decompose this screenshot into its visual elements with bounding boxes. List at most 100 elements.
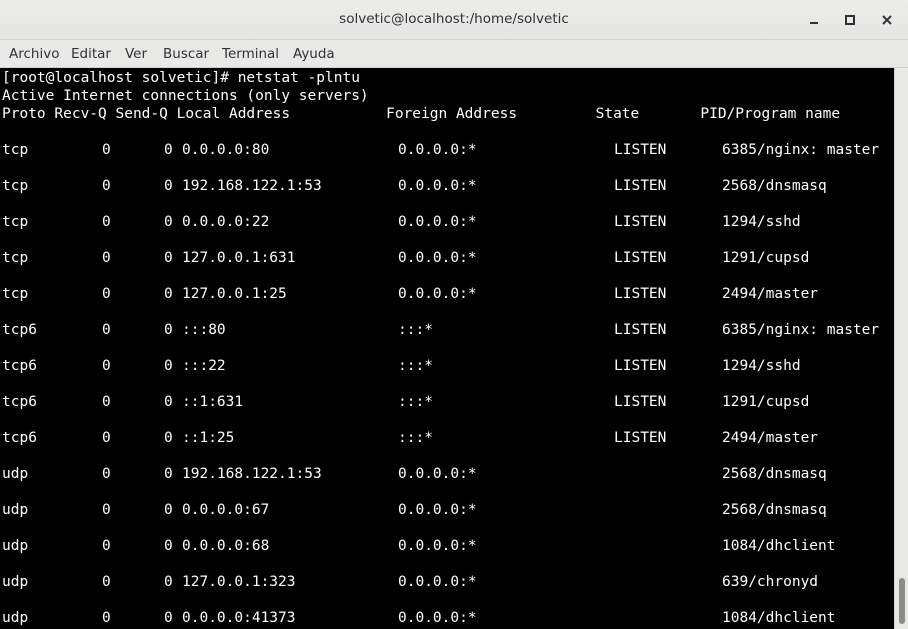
foreign-address-cell: 0.0.0.0:*: [398, 250, 477, 266]
recv-q-cell: 0: [102, 142, 111, 158]
pid-program-cell: 2568/dnsmasq: [722, 466, 827, 482]
maximize-button[interactable]: [839, 9, 861, 31]
foreign-address-cell: 0.0.0.0:*: [398, 502, 477, 518]
state-cell: LISTEN: [614, 250, 667, 266]
menu-archivo[interactable]: Archivo: [9, 46, 59, 62]
recv-q-cell: 0: [102, 466, 111, 482]
table-row: tcp 0 0 127.0.0.1:25 0.0.0.0:* LISTEN 2494/mas…: [0, 285, 894, 303]
table-row: tcp6 0 0::1:25:::* LISTEN 2494/master: [0, 429, 894, 447]
menu-terminal[interactable]: Terminal: [222, 46, 279, 62]
command-line: [root@localhost solvetic]# netstat -plnt…: [2, 70, 360, 86]
table-row: tcp 0 0 127.0.0.1:631 0.0.0.0:* LISTEN 1291/cu…: [0, 249, 894, 267]
pid-program-cell: 6385/nginx: master: [722, 142, 880, 158]
local-address-cell: 127.0.0.1:631: [182, 250, 296, 266]
window-titlebar[interactable]: solvetic@localhost:/home/solvetic: [0, 0, 908, 40]
foreign-address-cell: 0.0.0.0:*: [398, 466, 477, 482]
recv-q-cell: 0: [102, 250, 111, 266]
foreign-address-cell: 0.0.0.0:*: [398, 574, 477, 590]
send-q-cell: 0: [164, 466, 173, 482]
proto-cell: tcp6: [2, 394, 37, 410]
local-address-cell: 0.0.0.0:22: [182, 214, 270, 230]
state-cell: LISTEN: [614, 430, 667, 446]
scrollbar-thumb[interactable]: [899, 578, 905, 624]
output-heading: Active Internet connections (only server…: [2, 88, 369, 104]
table-row: udp 0 0 0.0.0.0:41373 0.0.0.0:* 1084/dhclient: [0, 609, 894, 627]
proto-cell: tcp: [2, 142, 29, 158]
menu-ver[interactable]: Ver: [125, 46, 147, 62]
pid-program-cell: 2494/master: [722, 430, 819, 446]
foreign-address-cell: 0.0.0.0:*: [398, 286, 477, 302]
minimize-button[interactable]: [803, 9, 825, 31]
local-address-cell: 127.0.0.1:25: [182, 286, 287, 302]
table-row: tcp6 0 0:::22:::* LISTEN 1294/sshd: [0, 357, 894, 375]
terminal-area[interactable]: [root@localhost solvetic]# netstat -plnt…: [0, 68, 894, 629]
proto-cell: tcp6: [2, 358, 37, 374]
send-q-cell: 0: [164, 178, 173, 194]
pid-program-cell: 1084/dhclient: [722, 538, 836, 554]
window-title: solvetic@localhost:/home/solvetic: [339, 11, 569, 27]
local-address-cell: :::80: [182, 322, 226, 338]
state-cell: LISTEN: [614, 322, 667, 338]
table-row: tcp6 0 0::1:631:::* LISTEN 1291/cupsd: [0, 393, 894, 411]
pid-program-cell: 2568/dnsmasq: [722, 178, 827, 194]
proto-cell: tcp: [2, 250, 29, 266]
send-q-cell: 0: [164, 142, 173, 158]
menu-buscar[interactable]: Buscar: [163, 46, 209, 62]
recv-q-cell: 0: [102, 502, 111, 518]
send-q-cell: 0: [164, 430, 173, 446]
local-address-cell: 192.168.122.1:53: [182, 178, 322, 194]
table-row: tcp 0 0 192.168.122.1:53 0.0.0.0:* LISTEN 2568…: [0, 177, 894, 195]
terminal-scrollbar[interactable]: [894, 68, 908, 629]
state-cell: LISTEN: [614, 214, 667, 230]
state-cell: LISTEN: [614, 358, 667, 374]
table-row: udp 0 0 127.0.0.1:323 0.0.0.0:* 639/chronyd: [0, 573, 894, 591]
table-row: udp 0 0 192.168.122.1:53 0.0.0.0:* 2568/dnsma…: [0, 465, 894, 483]
send-q-cell: 0: [164, 358, 173, 374]
menu-editar[interactable]: Editar: [71, 46, 111, 62]
local-address-cell: 0.0.0.0:41373: [182, 610, 296, 626]
local-address-cell: 0.0.0.0:68: [182, 538, 270, 554]
local-address-cell: 192.168.122.1:53: [182, 466, 322, 482]
table-row: udp 0 0 0.0.0.0:68 0.0.0.0:* 1084/dhclient: [0, 537, 894, 555]
send-q-cell: 0: [164, 322, 173, 338]
minimize-icon: [810, 22, 818, 24]
recv-q-cell: 0: [102, 538, 111, 554]
send-q-cell: 0: [164, 214, 173, 230]
menu-ayuda[interactable]: Ayuda: [293, 46, 335, 62]
pid-program-cell: 1294/sshd: [722, 358, 801, 374]
local-address-cell: 0.0.0.0:80: [182, 142, 270, 158]
proto-cell: udp: [2, 466, 29, 482]
pid-program-cell: 639/chronyd: [722, 574, 819, 590]
pid-program-cell: 2568/dnsmasq: [722, 502, 827, 518]
recv-q-cell: 0: [102, 394, 111, 410]
recv-q-cell: 0: [102, 286, 111, 302]
state-cell: LISTEN: [614, 178, 667, 194]
pid-program-cell: 1084/dhclient: [722, 610, 836, 626]
local-address-cell: ::1:631: [182, 394, 244, 410]
pid-program-cell: 2494/master: [722, 286, 819, 302]
foreign-address-cell: 0.0.0.0:*: [398, 538, 477, 554]
foreign-address-cell: 0.0.0.0:*: [398, 142, 477, 158]
state-cell: LISTEN: [614, 142, 667, 158]
foreign-address-cell: :::*: [398, 430, 433, 446]
send-q-cell: 0: [164, 610, 173, 626]
proto-cell: tcp: [2, 214, 29, 230]
close-button[interactable]: [876, 9, 898, 31]
proto-cell: tcp: [2, 286, 29, 302]
pid-program-cell: 1291/cupsd: [722, 250, 810, 266]
foreign-address-cell: 0.0.0.0:*: [398, 610, 477, 626]
foreign-address-cell: :::*: [398, 394, 433, 410]
proto-cell: udp: [2, 574, 29, 590]
foreign-address-cell: :::*: [398, 358, 433, 374]
proto-cell: tcp6: [2, 322, 37, 338]
proto-cell: udp: [2, 610, 29, 626]
proto-cell: tcp6: [2, 430, 37, 446]
send-q-cell: 0: [164, 394, 173, 410]
close-icon: [882, 15, 892, 25]
maximize-icon: [845, 15, 855, 25]
send-q-cell: 0: [164, 538, 173, 554]
pid-program-cell: 1291/cupsd: [722, 394, 810, 410]
send-q-cell: 0: [164, 286, 173, 302]
local-address-cell: 0.0.0.0:67: [182, 502, 270, 518]
table-row: tcp 0 0 0.0.0.0:80 0.0.0.0:* LISTEN 6385/nginx…: [0, 141, 894, 159]
